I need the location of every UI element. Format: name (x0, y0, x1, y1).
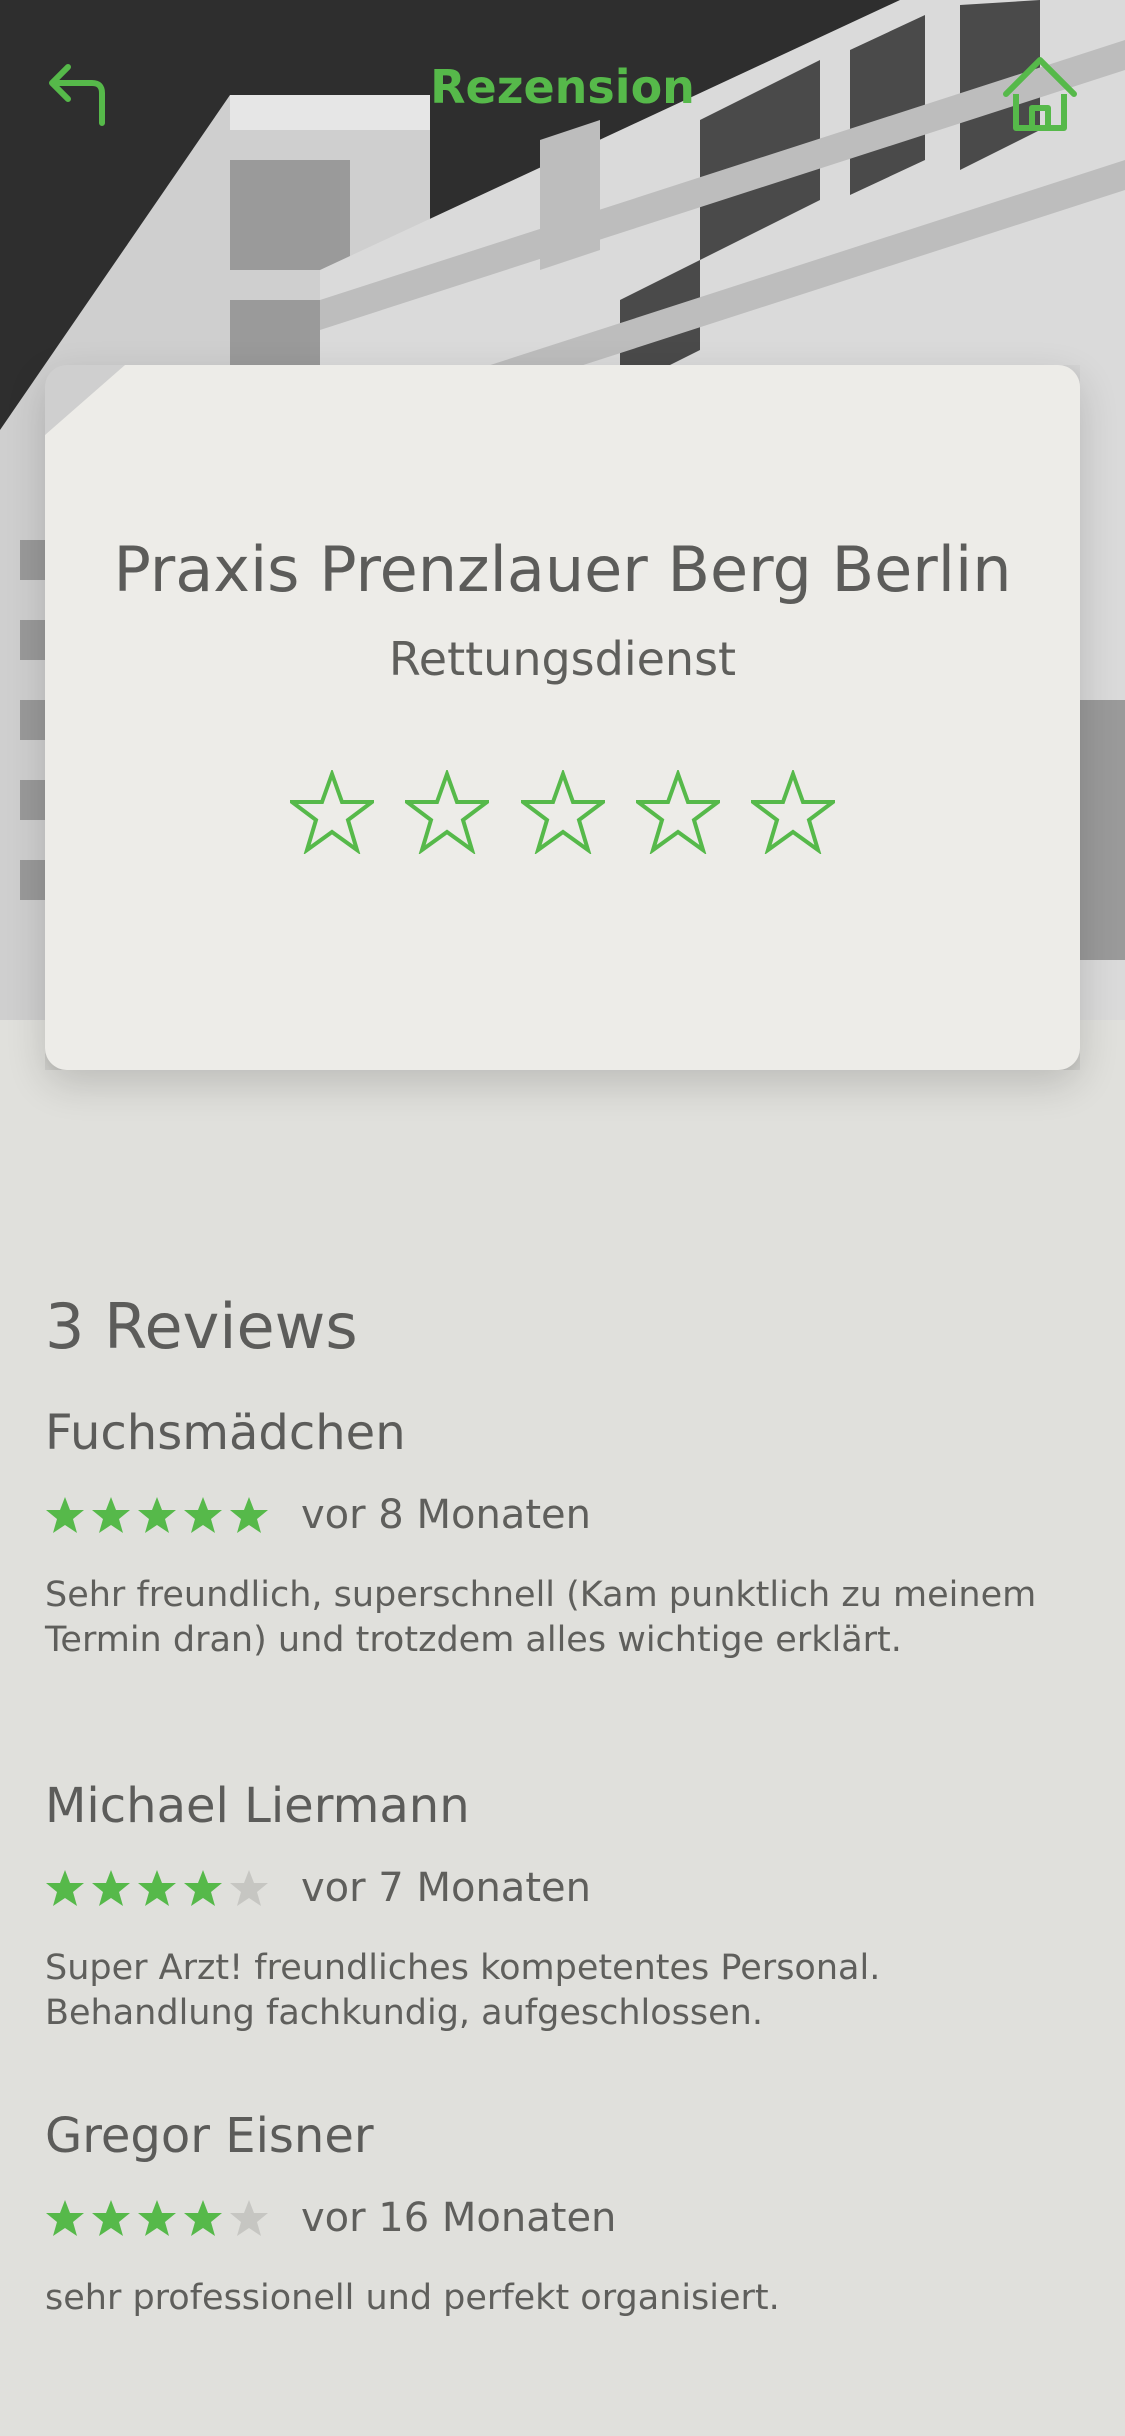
home-button[interactable] (1000, 50, 1080, 140)
top-bar: Rezension (0, 0, 1125, 190)
review-item: Michael Liermann vor 7 Monaten Super Arz… (45, 1778, 1075, 2036)
rating-input (290, 770, 835, 860)
star-filled-icon (138, 1870, 176, 1906)
review-item: Fuchsmädchen vor 8 Monaten Sehr freundli… (45, 1405, 1075, 1663)
screen-title: Rezension (430, 60, 695, 114)
rate-star-4-icon[interactable] (635, 770, 720, 854)
rate-star-3-icon[interactable] (520, 770, 605, 854)
practice-type: Rettungsdienst (388, 632, 737, 686)
reviews-heading: 3 Reviews (45, 1290, 358, 1363)
review-item: Gregor Eisner vor 16 Monaten sehr profes… (45, 2108, 1075, 2321)
practice-name: Praxis Prenzlauer Berg Berlin (113, 533, 1012, 606)
practice-card: Praxis Prenzlauer Berg Berlin Rettungsdi… (45, 365, 1080, 1070)
star-filled-icon (184, 1870, 222, 1906)
review-meta: vor 8 Monaten (45, 1489, 1075, 1541)
rate-star-1-icon[interactable] (290, 770, 374, 854)
star-filled-icon (230, 1497, 268, 1533)
home-icon (1003, 57, 1077, 131)
review-text: Super Arzt! freundliches kompetentes Per… (45, 1948, 881, 2033)
review-meta: vor 16 Monaten (45, 2192, 1075, 2244)
review-time: vor 16 Monaten (301, 2195, 617, 2241)
review-time: vor 8 Monaten (301, 1492, 591, 1538)
review-meta: vor 7 Monaten (45, 1862, 1075, 1914)
rate-star-5-icon[interactable] (751, 770, 835, 854)
review-stars (45, 1495, 269, 1535)
star-empty-icon (230, 2200, 268, 2236)
star-filled-icon (46, 1870, 84, 1906)
review-text: Sehr freundlich, superschnell (Kam punkt… (45, 1575, 1037, 1660)
star-filled-icon (138, 1497, 176, 1533)
star-empty-icon (230, 1870, 268, 1906)
star-filled-icon (92, 1870, 130, 1906)
star-filled-icon (46, 1497, 84, 1533)
star-filled-icon (184, 2200, 222, 2236)
rate-star-2-icon[interactable] (405, 770, 490, 854)
review-text: sehr professionell und perfekt organisie… (45, 2278, 780, 2318)
reviewer-name: Gregor Eisner (45, 2108, 374, 2164)
review-time: vor 7 Monaten (301, 1865, 591, 1911)
star-filled-icon (184, 1497, 222, 1533)
star-filled-icon (46, 2200, 84, 2236)
reviewer-name: Michael Liermann (45, 1778, 470, 1834)
reviewer-name: Fuchsmädchen (45, 1405, 406, 1461)
star-filled-icon (138, 2200, 176, 2236)
review-stars (45, 2198, 269, 2238)
star-filled-icon (92, 2200, 130, 2236)
star-filled-icon (92, 1497, 130, 1533)
review-stars (45, 1868, 269, 1908)
